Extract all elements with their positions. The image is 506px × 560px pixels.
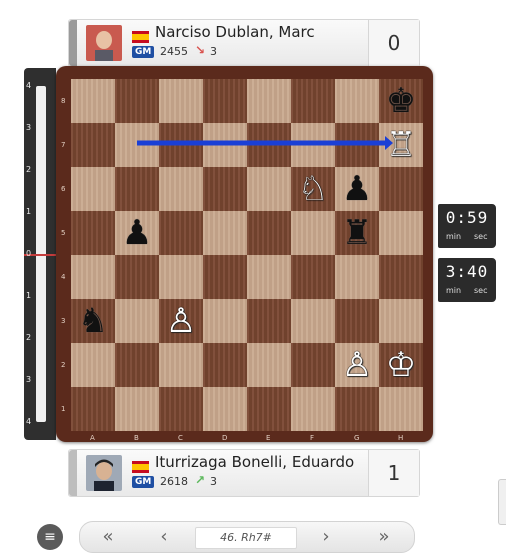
white-king-icon[interactable]: ♔ xyxy=(379,343,423,387)
rating-delta: 3 xyxy=(210,45,217,58)
bottom-player-clock: 3:40 min sec xyxy=(438,258,496,302)
player-rating: 2618 xyxy=(160,475,188,488)
rank-label: 2 xyxy=(61,361,66,369)
rank-label: 1 xyxy=(61,405,66,413)
file-label: B xyxy=(134,434,139,442)
clock-time: 3:40 xyxy=(445,262,489,281)
evaluation-scale-label: 0 xyxy=(26,249,32,258)
clock-min-label: min xyxy=(446,232,462,241)
clock-time: 0:59 xyxy=(445,208,489,227)
top-player-clock: 0:59 min sec xyxy=(438,204,496,248)
black-pawn-icon[interactable]: ♟ xyxy=(115,211,159,255)
menu-icon[interactable]: ≡ xyxy=(37,524,63,550)
file-label: C xyxy=(178,434,183,442)
rank-label: 7 xyxy=(61,141,66,149)
rating-delta: 3 xyxy=(210,475,217,488)
evaluation-scale-label: 2 xyxy=(26,165,32,174)
clock-sec-label: sec xyxy=(474,232,488,241)
player-avatar xyxy=(86,25,122,61)
evaluation-scale-label: 2 xyxy=(26,333,32,342)
bottom-player-bar: Iturrizaga Bonelli, Eduardo GM 2618 ↗ 3 … xyxy=(68,449,420,497)
clock-sec-label: sec xyxy=(474,286,488,295)
file-label: H xyxy=(398,434,404,442)
next-move-button[interactable]: › xyxy=(304,522,348,552)
file-label: G xyxy=(354,434,360,442)
black-king-icon[interactable]: ♚ xyxy=(379,79,423,123)
chess-board[interactable]: 8 7 6 5 4 3 2 1 A B C D E F G H ♚ ♖ ♘ ♟ ♟ ♜ ♞ ♙ ♙ ♔ xyxy=(61,79,423,442)
black-pawn-icon[interactable]: ♟ xyxy=(335,167,379,211)
white-rook-icon[interactable]: ♖ xyxy=(379,123,423,167)
player-name[interactable]: Narciso Dublan, Marc xyxy=(155,23,315,41)
evaluation-scale-label: 1 xyxy=(26,291,32,300)
rating-down-arrow-icon: ↘ xyxy=(195,43,206,57)
evaluation-scale-label: 1 xyxy=(26,207,32,216)
white-pawn-icon[interactable]: ♙ xyxy=(159,299,203,343)
black-knight-icon[interactable]: ♞ xyxy=(71,299,115,343)
file-label: F xyxy=(310,434,315,442)
last-move-button[interactable]: » xyxy=(362,522,406,552)
white-pawn-icon[interactable]: ♙ xyxy=(335,343,379,387)
player-score: 0 xyxy=(368,20,419,66)
spain-flag-icon xyxy=(132,28,149,43)
side-panel-tab[interactable] xyxy=(498,479,506,525)
rank-label: 5 xyxy=(61,229,66,237)
file-label: A xyxy=(90,434,95,442)
rank-label: 4 xyxy=(61,273,66,281)
spain-flag-icon xyxy=(132,458,149,473)
evaluation-scale-label: 4 xyxy=(26,81,32,90)
top-player-bar: Narciso Dublan, Marc GM 2455 ↘ 3 0 xyxy=(68,19,420,67)
player-score: 1 xyxy=(368,450,419,496)
clock-min-label: min xyxy=(446,286,462,295)
player-color-stripe xyxy=(69,450,77,496)
player-title-badge: GM xyxy=(132,46,155,58)
evaluation-bar: 4 3 2 1 0 1 2 3 4 xyxy=(24,68,56,440)
evaluation-scale-label: 3 xyxy=(26,375,32,384)
black-rook-icon[interactable]: ♜ xyxy=(335,211,379,255)
player-name[interactable]: Iturrizaga Bonelli, Eduardo xyxy=(155,453,354,471)
file-label: D xyxy=(222,434,228,442)
evaluation-scale-label: 4 xyxy=(26,417,32,426)
player-title-badge: GM xyxy=(132,476,155,488)
move-navigation: « ‹ 46. Rh7# › » xyxy=(79,521,415,553)
rank-label: 6 xyxy=(61,185,66,193)
rating-up-arrow-icon: ↗ xyxy=(195,473,206,487)
evaluation-scale-label: 3 xyxy=(26,123,32,132)
rank-label: 3 xyxy=(61,317,66,325)
player-color-stripe xyxy=(69,20,77,66)
file-label: E xyxy=(266,434,271,442)
previous-move-button[interactable]: ‹ xyxy=(142,522,186,552)
player-avatar xyxy=(86,455,122,491)
player-rating: 2455 xyxy=(160,45,188,58)
rank-label: 8 xyxy=(61,97,66,105)
first-move-button[interactable]: « xyxy=(86,522,130,552)
current-move-label: 46. Rh7# xyxy=(195,527,297,549)
white-knight-icon[interactable]: ♘ xyxy=(291,167,335,211)
